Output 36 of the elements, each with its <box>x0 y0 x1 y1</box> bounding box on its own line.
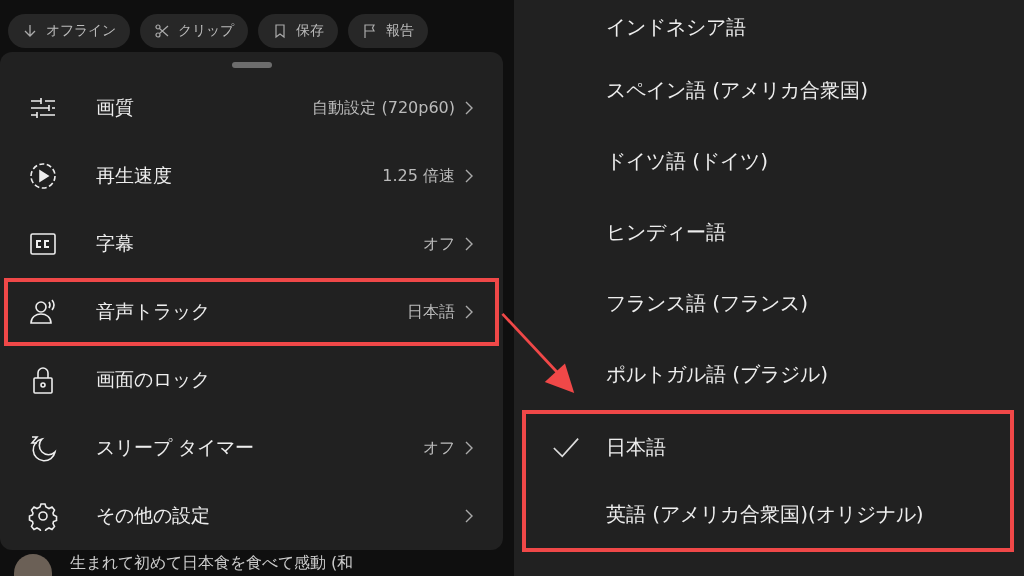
settings-row[interactable]: その他の設定 <box>4 482 499 550</box>
audio-track-option[interactable]: 英語 (アメリカ合衆国)(オリジナル) <box>522 481 1014 552</box>
play-circle-icon <box>28 161 58 191</box>
action-chip[interactable]: 保存 <box>258 14 338 48</box>
settings-row[interactable]: 再生速度 1.25 倍速 <box>4 142 499 210</box>
audio-track-option[interactable]: ドイツ語 (ドイツ) <box>522 126 1014 197</box>
chevron-icon <box>465 509 473 523</box>
channel-avatar[interactable] <box>14 554 52 576</box>
action-chip[interactable]: クリップ <box>140 14 248 48</box>
download-arrow-icon <box>22 23 38 39</box>
audio-track-option[interactable]: ポルトガル語 (ブラジル) <box>522 339 1014 410</box>
settings-icon <box>28 501 58 531</box>
action-chip[interactable]: オフライン <box>8 14 130 48</box>
speaking-person-icon <box>28 297 58 327</box>
settings-row[interactable]: スリープ タイマー オフ <box>4 414 499 482</box>
settings-row[interactable]: 画質 自動設定 (720p60) <box>4 74 499 142</box>
chevron-icon <box>465 237 473 251</box>
audio-track-option[interactable]: 日本語 <box>522 410 1014 481</box>
flag-icon <box>362 23 378 39</box>
bookmark-icon <box>272 23 288 39</box>
settings-row[interactable]: 音声トラック 日本語 <box>4 278 499 346</box>
video-title[interactable]: 生まれて初めて日本食を食べて感動 (和 <box>70 552 354 574</box>
scissors-icon <box>154 23 170 39</box>
audio-track-option[interactable]: フランス語 (フランス) <box>522 268 1014 339</box>
chevron-icon <box>465 169 473 183</box>
chevron-icon <box>465 441 473 455</box>
drag-handle[interactable] <box>231 62 272 68</box>
chevron-icon <box>465 305 473 319</box>
chevron-icon <box>465 101 473 115</box>
audio-track-option[interactable]: インドネシア語 <box>522 0 1014 55</box>
settings-row[interactable]: 画面のロック <box>4 346 499 414</box>
settings-row[interactable]: 字幕 オフ <box>4 210 499 278</box>
audio-track-option[interactable]: スペイン語 (アメリカ合衆国) <box>522 55 1014 126</box>
action-chip[interactable]: 報告 <box>348 14 428 48</box>
audio-track-option[interactable]: ヒンディー語 <box>522 197 1014 268</box>
moon-icon <box>28 433 58 463</box>
